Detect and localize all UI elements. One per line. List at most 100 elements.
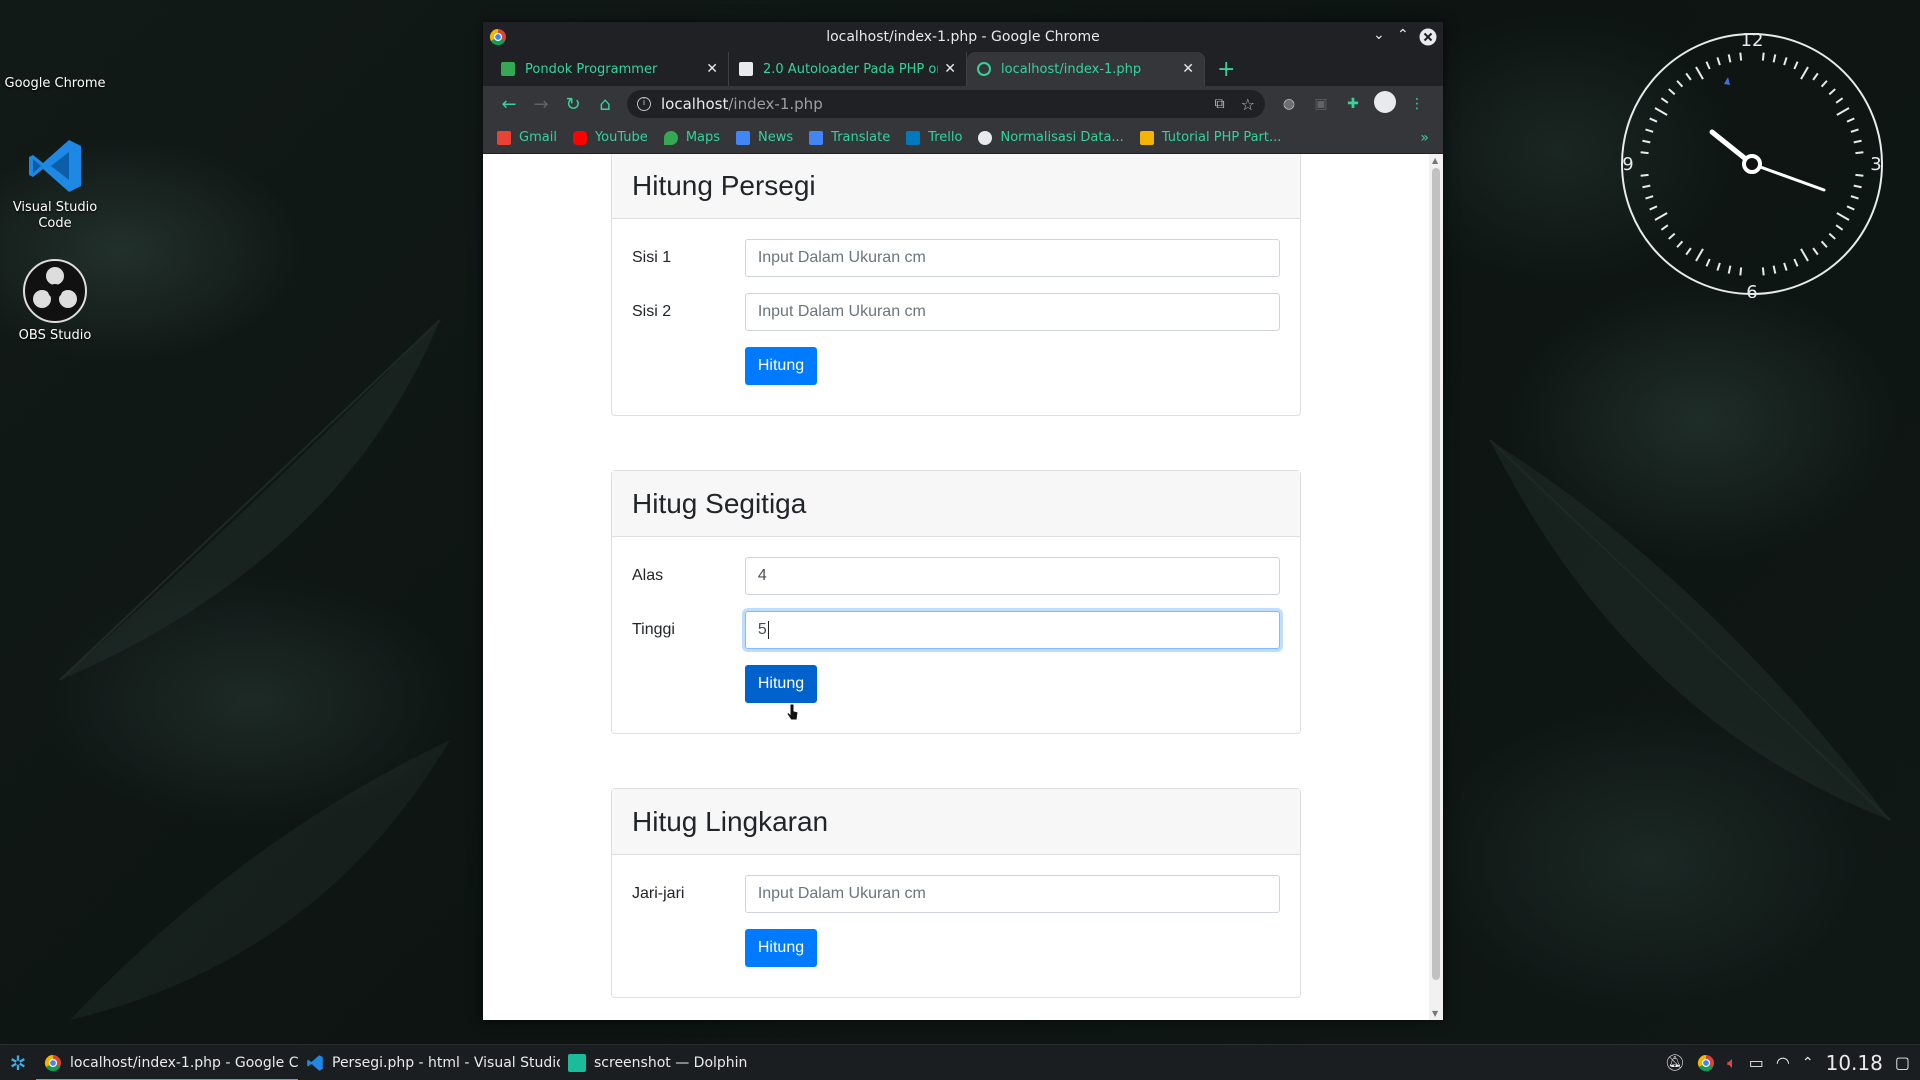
tab-localhost[interactable]: localhost/index-1.php ✕ xyxy=(967,52,1205,86)
menu-icon[interactable]: ⋮ xyxy=(1401,96,1433,112)
bookmark-maps[interactable]: Maps xyxy=(663,130,721,145)
bookmark-normalisasi[interactable]: Normalisasi Data... xyxy=(978,130,1124,145)
back-icon[interactable]: ← xyxy=(493,94,525,115)
desktop-icon-obs[interactable]: OBS Studio xyxy=(0,258,110,344)
tab-autoloader[interactable]: 2.0 Autoloader Pada PHP on ✕ xyxy=(729,52,967,86)
card-title: Hitug Segitiga xyxy=(632,487,807,519)
bookmark-trello[interactable]: Trello xyxy=(906,130,962,145)
clock-tick xyxy=(1820,80,1828,88)
page-scrollbar[interactable]: ▲ ▼ xyxy=(1429,154,1443,1020)
bookmark-label: Trello xyxy=(928,130,963,145)
clock-face: 12 3 6 9 xyxy=(1621,30,1883,303)
clock-tick xyxy=(1668,88,1676,96)
display-icon[interactable]: ▭ xyxy=(1749,1053,1764,1072)
folder-icon xyxy=(568,1053,586,1072)
bookmark-label: Maps xyxy=(685,130,721,145)
task-vscode[interactable]: Persegi.php - html - Visual Studio ... xyxy=(298,1045,560,1080)
jari-jari-input[interactable]: Input Dalam Ukuran cm xyxy=(744,875,1280,913)
close-tab-icon[interactable]: ✕ xyxy=(944,61,956,77)
profile-avatar[interactable] xyxy=(1369,91,1401,117)
reload-icon[interactable]: ↻ xyxy=(557,94,589,115)
bookmark-star-icon[interactable]: ☆ xyxy=(1241,95,1255,114)
clock-tick xyxy=(1716,262,1721,271)
notifications-off-icon[interactable]: 🔕︎ xyxy=(1665,1053,1685,1072)
extension-icon[interactable]: ▣ xyxy=(1305,96,1337,112)
bookmark-label: YouTube xyxy=(594,130,648,145)
desktop-icon-chrome[interactable]: Google Chrome xyxy=(0,76,110,92)
task-label: localhost/index-1.php - Google Ch... xyxy=(70,1054,298,1071)
network-icon[interactable]: ◠ xyxy=(1776,1053,1790,1072)
tab-pondok-programmer[interactable]: Pondok Programmer ✕ xyxy=(491,52,729,86)
chrome-tray-icon[interactable] xyxy=(1697,1054,1715,1072)
bookmarks-bar: Gmail YouTube Maps News Translate Trello… xyxy=(483,122,1443,154)
translate-icon[interactable]: ⧉ xyxy=(1215,96,1225,112)
forward-icon[interactable]: → xyxy=(525,94,557,115)
address-host: localhost xyxy=(661,95,729,113)
card-body: Alas 4 Tinggi 5 Hitung xyxy=(612,537,1300,733)
clock-tick xyxy=(1660,97,1669,104)
sisi2-input[interactable]: Input Dalam Ukuran cm xyxy=(744,293,1280,331)
bookmark-news[interactable]: News xyxy=(736,130,793,145)
scroll-up-icon[interactable]: ▲ xyxy=(1432,156,1438,165)
close-tab-icon[interactable]: ✕ xyxy=(1182,61,1194,77)
window-titlebar[interactable]: localhost/index-1.php - Google Chrome ⌄ … xyxy=(483,22,1443,52)
clock-tick xyxy=(1835,97,1844,104)
task-dolphin[interactable]: screenshot — Dolphin xyxy=(560,1045,822,1080)
clock-tick xyxy=(1820,240,1828,248)
card-header: Hitung Persegi xyxy=(612,154,1300,219)
clock-tick xyxy=(1739,52,1743,61)
clock-number-6: 6 xyxy=(1746,282,1757,298)
desktop-icon-vscode[interactable]: Visual Studio Code xyxy=(0,136,110,232)
clock-tick xyxy=(1793,61,1799,70)
new-tab-icon[interactable]: + xyxy=(1217,57,1235,82)
hitung-persegi-button[interactable]: Hitung xyxy=(745,347,817,385)
task-chrome[interactable]: localhost/index-1.php - Google Ch... xyxy=(36,1045,298,1080)
bookmark-tutorial-php[interactable]: Tutorial PHP Part... xyxy=(1139,130,1281,145)
hitung-segitiga-button[interactable]: Hitung xyxy=(745,665,817,703)
card-lingkaran: Hitug Lingkaran Jari-jari Input Dalam Uk… xyxy=(611,788,1301,998)
show-desktop-icon[interactable]: ▢ xyxy=(1895,1053,1910,1072)
clock-tick xyxy=(1846,117,1855,123)
mouse-pointer-icon xyxy=(786,703,799,721)
clock-tick xyxy=(1761,267,1765,276)
alas-input[interactable]: 4 xyxy=(744,557,1280,595)
home-icon[interactable]: ⌂ xyxy=(589,94,621,115)
clock-tick xyxy=(1640,173,1649,177)
close-window-icon[interactable] xyxy=(1419,28,1437,46)
clock-tick xyxy=(1705,61,1711,70)
card-title: Hitug Lingkaran xyxy=(632,805,829,837)
field-label: Tinggi xyxy=(632,621,675,638)
sisi1-input[interactable]: Input Dalam Ukuran cm xyxy=(744,239,1280,277)
volume-muted-icon[interactable]: 🔈︎ xyxy=(1727,1053,1737,1073)
expand-tray-icon[interactable]: ⌃ xyxy=(1802,1055,1814,1071)
card-body: Sisi 1 Input Dalam Ukuran cm Sisi 2 Inpu… xyxy=(612,219,1300,415)
puzzle-extensions-icon[interactable]: ✚ xyxy=(1337,96,1369,112)
bookmark-gmail[interactable]: Gmail xyxy=(497,130,557,145)
close-tab-icon[interactable]: ✕ xyxy=(706,61,718,77)
app-launcher-icon[interactable]: ✲ xyxy=(0,1051,36,1075)
site-info-icon[interactable]: i xyxy=(637,97,651,111)
taskbar-clock[interactable]: 10.18 xyxy=(1826,1051,1883,1075)
clock-tick xyxy=(1668,232,1676,240)
tab-title: Pondok Programmer xyxy=(525,61,658,77)
bookmark-translate[interactable]: Translate xyxy=(809,130,890,145)
address-bar[interactable]: i localhost/index-1.php ⧉ ☆ xyxy=(627,90,1265,118)
card-persegi: Hitung Persegi Sisi 1 Input Dalam Ukuran… xyxy=(611,154,1301,416)
hitung-lingkaran-button[interactable]: Hitung xyxy=(745,929,817,967)
clock-tick xyxy=(1727,265,1732,274)
card-header: Hitug Segitiga xyxy=(612,471,1300,537)
scroll-down-icon[interactable]: ▼ xyxy=(1432,1009,1438,1018)
bookmarks-overflow-icon[interactable]: » xyxy=(1420,130,1429,146)
field-label: Sisi 1 xyxy=(632,249,672,266)
translate-bookmark-icon xyxy=(809,130,824,145)
minimize-icon[interactable]: ⌄ xyxy=(1373,27,1385,43)
clock-tick xyxy=(1812,247,1819,256)
chrome-window[interactable]: localhost/index-1.php - Google Chrome ⌄ … xyxy=(483,22,1443,1020)
desktop-icon-label: OBS Studio xyxy=(18,328,92,343)
card-segitiga: Hitug Segitiga Alas 4 Tinggi 5 Hitung xyxy=(611,470,1301,734)
maximize-icon[interactable]: ⌃ xyxy=(1397,27,1409,43)
scrollbar-thumb[interactable] xyxy=(1432,168,1440,980)
globe-extension-icon[interactable]: ◍ xyxy=(1273,96,1305,112)
tinggi-input[interactable]: 5 xyxy=(744,611,1280,649)
bookmark-youtube[interactable]: YouTube xyxy=(572,130,648,145)
